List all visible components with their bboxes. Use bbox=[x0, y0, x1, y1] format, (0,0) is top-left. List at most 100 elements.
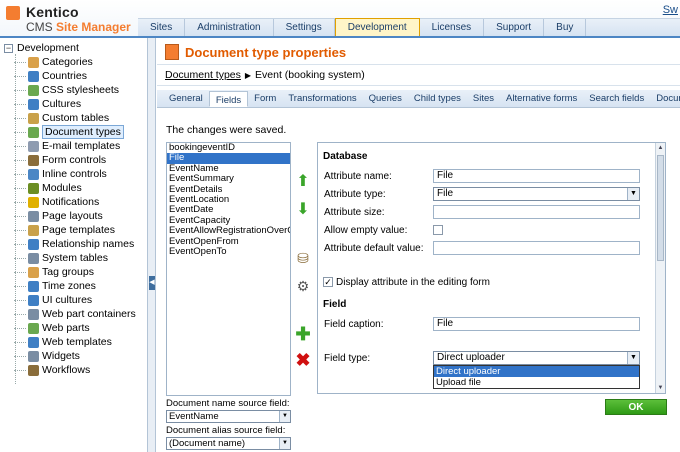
field-caption-input[interactable]: File bbox=[433, 317, 640, 331]
scroll-up-icon[interactable]: ▲ bbox=[656, 143, 665, 153]
chevron-down-icon[interactable]: ▼ bbox=[279, 411, 290, 422]
attribute-size-label: Attribute size: bbox=[324, 207, 385, 218]
subtabs: General Fields Form Transformations Quer… bbox=[157, 90, 680, 108]
tree-item-modules[interactable]: Modules bbox=[14, 181, 82, 195]
field-list-item[interactable]: EventOpenTo bbox=[167, 246, 290, 257]
tab-development[interactable]: Development bbox=[334, 18, 420, 36]
field-type-option[interactable]: Upload file bbox=[434, 377, 639, 388]
field-properties-panel: Database Attribute name: File Attribute … bbox=[317, 142, 666, 394]
tree-item-form-controls[interactable]: Form controls bbox=[14, 153, 106, 167]
subtab-general[interactable]: General bbox=[163, 90, 209, 107]
fields-listbox[interactable]: bookingeventID File EventName EventSummary E… bbox=[166, 142, 291, 396]
tab-support[interactable]: Support bbox=[484, 19, 545, 36]
doc-alias-source-select[interactable]: (Document name) ▼ bbox=[166, 437, 291, 450]
scroll-down-icon[interactable]: ▼ bbox=[656, 383, 665, 393]
field-list-item[interactable]: EventAllowRegistrationOverCapa bbox=[167, 225, 290, 236]
field-list-item[interactable]: bookingeventID bbox=[167, 143, 290, 153]
tree-connector bbox=[14, 103, 26, 105]
tree-root[interactable]: − Development bbox=[4, 42, 79, 54]
move-down-icon[interactable]: ⬇ bbox=[293, 200, 313, 220]
tab-licenses[interactable]: Licenses bbox=[420, 19, 485, 36]
new-attribute-icon[interactable]: ✚ bbox=[293, 324, 313, 344]
tree-connector bbox=[14, 285, 26, 287]
tree-item-page-layouts[interactable]: Page layouts bbox=[14, 209, 103, 223]
tree-item-categories[interactable]: Categories bbox=[14, 55, 93, 69]
kentico-logo-icon bbox=[6, 6, 20, 20]
tree-item-tag-groups[interactable]: Tag groups bbox=[14, 265, 94, 279]
breadcrumb-current: Event (booking system) bbox=[255, 69, 365, 81]
move-up-icon[interactable]: ⬆ bbox=[293, 172, 313, 192]
panel-scrollbar[interactable]: ▲ ▼ bbox=[655, 143, 665, 393]
switch-link[interactable]: Sw bbox=[663, 4, 678, 16]
subtab-search-fields[interactable]: Search fields bbox=[583, 90, 650, 107]
brand-subtitle: CMS Site Manager bbox=[26, 20, 131, 34]
tree-item-custom-tables[interactable]: Custom tables bbox=[14, 111, 109, 125]
subtab-queries[interactable]: Queries bbox=[363, 90, 408, 107]
tree-item-ui-cultures[interactable]: UI cultures bbox=[14, 293, 92, 307]
field-type-option[interactable]: Direct uploader bbox=[434, 366, 639, 377]
doc-alias-source-value: (Document name) bbox=[169, 438, 246, 449]
tab-settings[interactable]: Settings bbox=[274, 19, 335, 36]
tree-connector bbox=[14, 229, 26, 231]
system-field-icon[interactable]: ⚙ bbox=[293, 276, 313, 296]
globe-icon bbox=[28, 98, 39, 110]
breadcrumb-document-types[interactable]: Document types bbox=[165, 69, 241, 81]
tree-item-e-mail-templates[interactable]: E-mail templates bbox=[14, 139, 120, 153]
tree-item-countries[interactable]: Countries bbox=[14, 69, 87, 83]
tree-item-document-types[interactable]: Document types bbox=[14, 125, 124, 139]
tree-connector bbox=[14, 327, 26, 329]
pane-splitter[interactable]: ◀ bbox=[148, 38, 156, 452]
chevron-down-icon[interactable]: ▼ bbox=[279, 438, 290, 449]
attribute-size-input[interactable] bbox=[433, 205, 640, 219]
tree-item-workflows[interactable]: Workflows bbox=[14, 363, 90, 377]
allow-empty-checkbox[interactable] bbox=[433, 225, 443, 235]
tree-item-label: UI cultures bbox=[42, 294, 93, 306]
field-type-select[interactable]: Direct uploader ▼ bbox=[433, 351, 640, 365]
tree-item-css-stylesheets[interactable]: CSS stylesheets bbox=[14, 83, 119, 97]
tree-item-label: Cultures bbox=[42, 98, 82, 110]
tree-connector bbox=[14, 215, 26, 217]
delete-attribute-icon[interactable]: ✖ bbox=[293, 350, 313, 370]
tree-connector bbox=[14, 341, 26, 343]
tree-item-web-parts[interactable]: Web parts bbox=[14, 321, 90, 335]
tree-item-label: Form controls bbox=[42, 154, 107, 166]
subtab-form[interactable]: Form bbox=[248, 90, 282, 107]
stylesheet-icon bbox=[28, 84, 39, 96]
new-category-icon[interactable]: ⛁ bbox=[293, 248, 313, 268]
tree-item-widgets[interactable]: Widgets bbox=[14, 349, 80, 363]
tree-item-relationship-names[interactable]: Relationship names bbox=[14, 237, 134, 251]
subtab-alternative-forms[interactable]: Alternative forms bbox=[500, 90, 583, 107]
page-title: Document type properties bbox=[165, 44, 346, 60]
chevron-down-icon[interactable]: ▼ bbox=[627, 188, 639, 200]
field-list-item[interactable]: EventSummary bbox=[167, 173, 290, 184]
tree-item-inline-controls[interactable]: Inline controls bbox=[14, 167, 107, 181]
tab-buy[interactable]: Buy bbox=[544, 19, 587, 36]
attribute-name-input[interactable]: File bbox=[433, 169, 640, 183]
collapse-icon[interactable]: − bbox=[4, 43, 13, 53]
collapse-pane-icon[interactable]: ◀ bbox=[149, 276, 155, 290]
attribute-type-select[interactable]: File ▼ bbox=[433, 187, 640, 201]
display-attribute-checkbox[interactable]: ✓ bbox=[323, 277, 333, 287]
subtab-documents[interactable]: Documents bbox=[650, 90, 680, 107]
doc-name-source-select[interactable]: EventName ▼ bbox=[166, 410, 291, 423]
tree-item-system-tables[interactable]: System tables bbox=[14, 251, 108, 265]
tree-item-web-templates[interactable]: Web templates bbox=[14, 335, 112, 349]
tree-item-cultures[interactable]: Cultures bbox=[14, 97, 81, 111]
tree-item-page-templates[interactable]: Page templates bbox=[14, 223, 115, 237]
tree-item-web-part-containers[interactable]: Web part containers bbox=[14, 307, 136, 321]
web-part-containers-icon bbox=[28, 308, 39, 320]
attribute-default-input[interactable] bbox=[433, 241, 640, 255]
chevron-down-icon[interactable]: ▼ bbox=[627, 352, 639, 364]
tree-item-time-zones[interactable]: Time zones bbox=[14, 279, 96, 293]
tree-item-notifications[interactable]: Notifications bbox=[14, 195, 99, 209]
inline-controls-icon bbox=[28, 168, 39, 180]
ok-button[interactable]: OK bbox=[605, 399, 667, 415]
subtab-transformations[interactable]: Transformations bbox=[282, 90, 362, 107]
tab-administration[interactable]: Administration bbox=[185, 19, 274, 36]
subtab-child-types[interactable]: Child types bbox=[408, 90, 467, 107]
subtab-sites[interactable]: Sites bbox=[467, 90, 500, 107]
subtab-fields[interactable]: Fields bbox=[208, 91, 249, 107]
tab-sites[interactable]: Sites bbox=[138, 19, 186, 36]
tree-connector bbox=[14, 131, 26, 133]
scroll-thumb[interactable] bbox=[657, 155, 664, 261]
